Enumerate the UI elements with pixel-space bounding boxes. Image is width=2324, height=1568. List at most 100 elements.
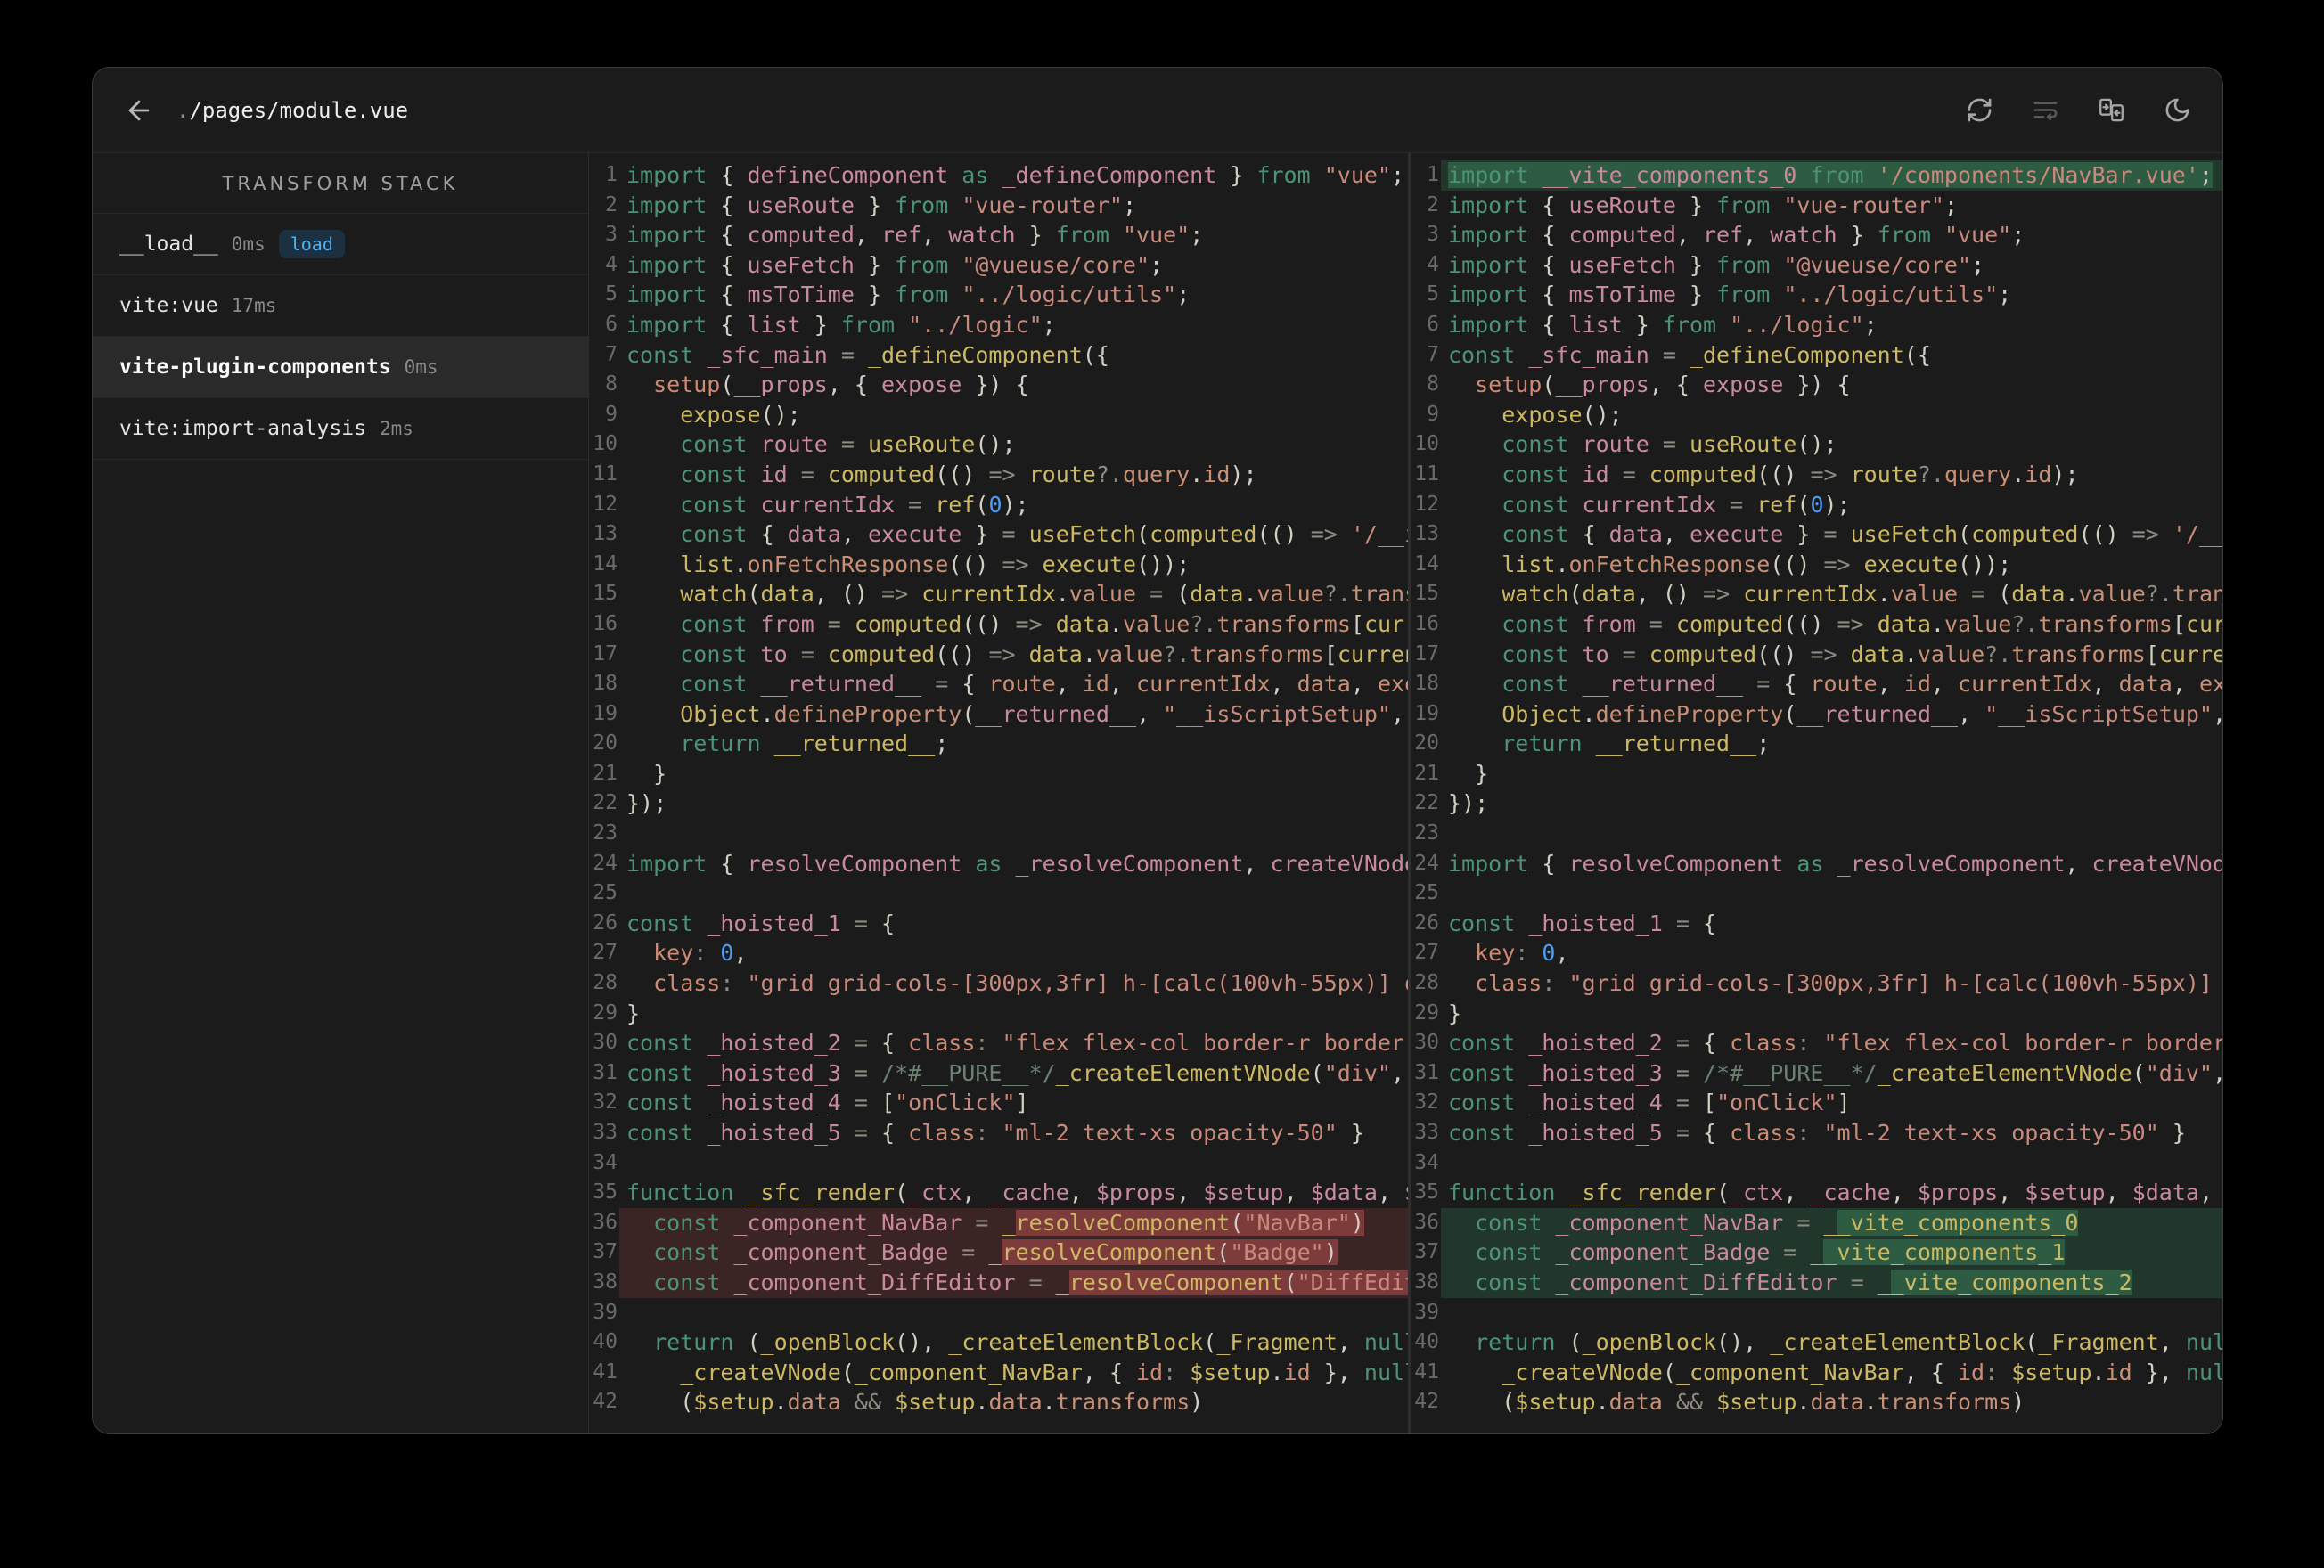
code-line: 19 Object.defineProperty(__returned__, "…	[1411, 699, 2222, 730]
line-number: 23	[1414, 821, 1439, 845]
code-text: import { useFetch } from "@vueuse/core";	[1448, 251, 1985, 278]
line-number: 15	[593, 582, 618, 606]
line-number: 39	[1414, 1300, 1439, 1324]
diff-panel-after[interactable]: 1 import __vite_components_0 from '/compo…	[1408, 153, 2222, 1433]
line-number: 25	[1414, 881, 1439, 905]
code-line: 40 return (_openBlock(), _createElementB…	[589, 1327, 1408, 1358]
code-line: 24 import { resolveComponent as _resolveC…	[1411, 849, 2222, 879]
code-text: setup(__props, { expose }) {	[626, 372, 1029, 398]
code-text: const _component_Badge = _resolveCompone…	[619, 1237, 1408, 1268]
code-line: 25	[1411, 878, 2222, 909]
line-number: 26	[1414, 911, 1439, 935]
code-line: 21 }	[589, 759, 1408, 789]
line-number: 12	[1414, 492, 1439, 516]
code-line: 33 const _hoisted_5 = { class: "ml-2 text…	[589, 1118, 1408, 1148]
code-text: return __returned__;	[1502, 731, 1771, 757]
code-line: 7 const _sfc_main = _defineComponent({	[589, 340, 1408, 371]
code-line: 9 expose();	[1411, 400, 2222, 430]
code-line: 6 import { list } from "../logic";	[589, 310, 1408, 340]
code-text: const to = computed(() => data.value?.tr…	[680, 641, 1408, 667]
theme-toggle-button[interactable]	[2162, 95, 2192, 126]
code-text: const route = useRoute();	[1502, 431, 1837, 458]
line-number: 13	[1414, 522, 1439, 546]
code-line: 38 const _component_DiffEditor = __vite_…	[1411, 1267, 2222, 1298]
line-number: 33	[593, 1121, 618, 1144]
back-button[interactable]	[119, 91, 159, 130]
transform-time: 2ms	[379, 418, 413, 439]
refresh-button[interactable]	[1964, 95, 1994, 126]
line-number: 34	[593, 1150, 618, 1174]
line-number: 27	[593, 941, 618, 965]
inspect-window: ./pages/module.vue TRANSFORM STACK __loa…	[92, 67, 2223, 1434]
code-text: import { useFetch } from "@vueuse/core";	[626, 251, 1164, 278]
line-number: 26	[593, 911, 618, 935]
line-number: 37	[1414, 1240, 1439, 1264]
code-text: Object.defineProperty(__returned__, "__i…	[1502, 700, 2222, 727]
moon-icon	[2165, 98, 2189, 122]
split-panels-button[interactable]	[2096, 95, 2126, 126]
code-text: ($setup.data && $setup.data.transforms)	[626, 1389, 1204, 1416]
line-number: 2	[605, 192, 618, 216]
transform-stack-item-vite-import-analysis[interactable]: vite:import-analysis 2ms	[93, 398, 588, 460]
code-text: }	[626, 760, 667, 787]
code-line: 8 setup(__props, { expose }) {	[589, 370, 1408, 400]
titlebar-actions	[1964, 95, 2192, 126]
line-number: 29	[1414, 1000, 1439, 1025]
code-text: const _hoisted_2 = { class: "flex flex-c…	[626, 1030, 1408, 1057]
code-text: const id = computed(() => route?.query.i…	[680, 461, 1257, 487]
line-number: 4	[1427, 252, 1439, 276]
code-text: }	[1448, 760, 1489, 787]
line-number: 5	[1427, 282, 1439, 306]
code-line: 29}	[589, 999, 1408, 1029]
code-text: watch(data, () => currentIdx.value = (da…	[1502, 581, 2222, 608]
line-number: 8	[605, 372, 618, 396]
code-line: 15 watch(data, () => currentIdx.value = …	[589, 579, 1408, 609]
line-number: 23	[593, 821, 618, 845]
line-number: 36	[593, 1210, 618, 1234]
transform-stack-item-vite-plugin-components[interactable]: vite-plugin-components 0ms	[93, 337, 588, 398]
line-number: 19	[1414, 701, 1439, 725]
code-text: const from = computed(() => data.value?.…	[680, 610, 1408, 637]
line-number: 42	[593, 1390, 618, 1414]
diff-panel-before[interactable]: 1 import { defineComponent as _defineComp…	[589, 153, 1408, 1433]
code-line: 39	[1411, 1298, 2222, 1328]
code-text: import { resolveComponent as _resolveCom…	[1448, 850, 2222, 877]
line-number: 3	[1427, 223, 1439, 247]
title-prefix: .	[176, 97, 190, 123]
code-text: import __vite_components_0 from '/compon…	[1441, 160, 2222, 191]
line-number: 38	[593, 1270, 618, 1294]
line-number: 25	[593, 881, 618, 905]
code-line: 12 const currentIdx = ref(0);	[1411, 490, 2222, 520]
code-line: 17 const to = computed(() => data.value?…	[589, 640, 1408, 670]
line-number: 28	[1414, 971, 1439, 995]
code-text: expose();	[680, 401, 801, 428]
code-line: 13 const { data, execute } = useFetch(co…	[589, 519, 1408, 550]
transform-stack-item--load-[interactable]: __load__ 0ms load	[93, 214, 588, 275]
code-line: 20 return __returned__;	[589, 729, 1408, 759]
transform-stack-list: __load__ 0ms load vite:vue 17ms vite-plugin-c…	[93, 214, 588, 460]
line-number: 39	[593, 1300, 618, 1324]
code-line: 4 import { useFetch } from "@vueuse/core"…	[589, 250, 1408, 281]
code-line: 10 const route = useRoute();	[1411, 429, 2222, 460]
plugin-name: __load__	[119, 233, 218, 256]
line-number: 27	[1414, 941, 1439, 965]
code-line: 1 import __vite_components_0 from '/compo…	[1411, 160, 2222, 191]
code-text: const _hoisted_1 = {	[1448, 910, 1717, 936]
plugin-name: vite:import-analysis	[119, 417, 366, 440]
code-line: 39	[589, 1298, 1408, 1328]
code-text: class: "grid grid-cols-[300px,3fr] h-[ca…	[1448, 970, 2222, 997]
code-line: 26 const _hoisted_1 = {	[589, 909, 1408, 939]
code-line: 41 _createVNode(_component_NavBar, { id:…	[589, 1358, 1408, 1388]
wrap-lines-button[interactable]	[2030, 95, 2060, 126]
code-line: 26 const _hoisted_1 = {	[1411, 909, 2222, 939]
code-line: 5 import { msToTime } from "../logic/util…	[1411, 280, 2222, 310]
line-number: 31	[593, 1060, 618, 1084]
line-number: 14	[1414, 551, 1439, 576]
transform-stack-item-vite-vue[interactable]: vite:vue 17ms	[93, 275, 588, 337]
code-line: 9 expose();	[589, 400, 1408, 430]
line-number: 12	[593, 492, 618, 516]
code-text: const _sfc_main = _defineComponent({	[626, 341, 1109, 368]
line-number: 11	[1414, 461, 1439, 486]
